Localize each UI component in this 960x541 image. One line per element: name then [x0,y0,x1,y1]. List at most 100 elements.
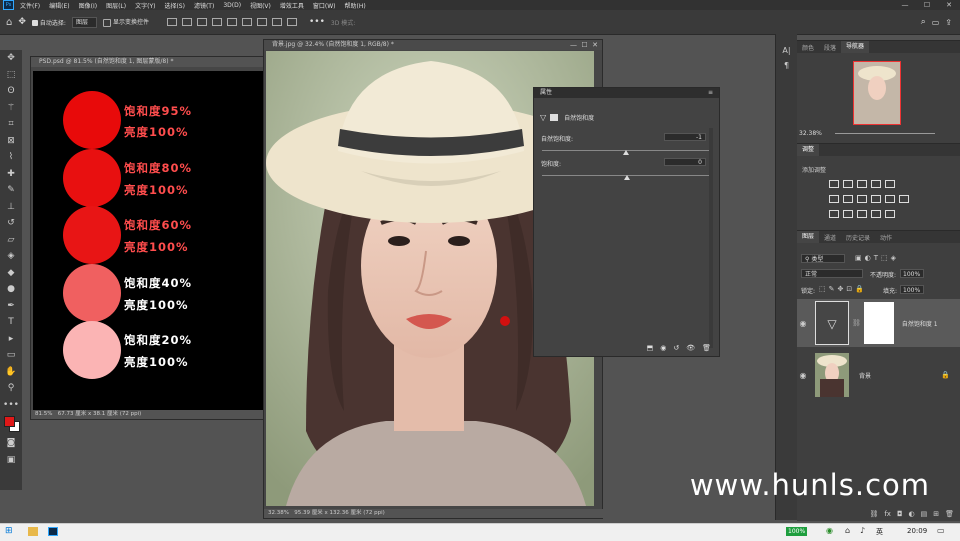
close-button[interactable]: ✕ [938,0,960,10]
delete-layer-icon[interactable]: 🗑 [945,510,954,518]
history-brush-tool-icon[interactable]: ↺ [0,215,22,232]
volume-icon[interactable]: ♪ [860,526,865,535]
menu-plugins[interactable]: 增效工具 [280,1,304,10]
layer-row-background[interactable]: ◉ 背景 🔒 [797,351,960,399]
windows-start-icon[interactable]: ⊞ [5,526,13,536]
reset-icon[interactable]: ↺ [673,344,679,352]
network-icon[interactable]: ⌂ [845,526,850,535]
screen-mode-icon[interactable]: ▣ [0,452,22,469]
distribute-icon[interactable] [256,18,267,26]
gradient-map-icon[interactable] [885,210,895,218]
align-top-icon[interactable] [211,18,222,26]
minimize-button[interactable]: — [894,0,916,10]
home-icon[interactable]: ⌂ [6,17,12,28]
black-white-icon[interactable] [857,195,867,203]
vibrance-icon[interactable]: ▽ [540,113,546,122]
layer-filter-icons[interactable]: ▣◐T⬚◈ [855,254,899,262]
align-left-icon[interactable] [166,18,177,26]
hue-saturation-icon[interactable] [829,195,839,203]
file-explorer-icon[interactable] [28,527,38,536]
show-transform-checkbox[interactable]: 显示变换控件 [102,17,149,27]
move-tool-icon[interactable]: ✥ [18,17,26,27]
magic-wand-tool-icon[interactable]: ⚚ [0,100,22,117]
invert-icon[interactable] [829,210,839,218]
new-adjustment-icon[interactable]: ◐ [909,510,915,518]
quick-mask-icon[interactable]: ◙ [0,435,22,452]
properties-scrollbar[interactable] [709,128,713,348]
tab-channels[interactable]: 通道 [819,233,841,242]
posterize-icon[interactable] [843,210,853,218]
stamp-tool-icon[interactable]: ⊥ [0,199,22,216]
navigator-zoom-slider[interactable] [835,133,935,134]
curves-icon[interactable] [857,180,867,188]
saturation-slider-thumb[interactable] [624,175,630,180]
paint-bucket-tool-icon[interactable]: ◈ [0,248,22,265]
dodge-tool-icon[interactable]: ● [0,281,22,298]
zoom-readout[interactable]: 32.38% [268,510,289,516]
menu-file[interactable]: 文件(F) [20,1,40,10]
menu-image[interactable]: 图像(I) [79,1,97,10]
document-window-controls[interactable]: — ☐ ✕ [570,40,598,50]
exposure-icon[interactable] [871,180,881,188]
menu-3d[interactable]: 3D(D) [223,2,241,9]
brightness-contrast-icon[interactable] [829,180,839,188]
search-icon[interactable]: ⌕ [921,17,926,27]
eraser-tool-icon[interactable]: ▱ [0,232,22,249]
align-center-icon[interactable] [181,18,192,26]
color-lookup-icon[interactable] [899,195,909,203]
distribute-v-icon[interactable] [286,18,297,26]
view-previous-icon[interactable]: ◉ [660,344,666,352]
color-balance-icon[interactable] [843,195,853,203]
layer-visibility-icon[interactable]: ◉ [797,371,809,380]
type-tool-icon[interactable]: T [0,314,22,331]
battery-indicator[interactable]: 100% [786,527,808,536]
eyedropper-tool-icon[interactable]: ⌇ [0,149,22,166]
share-icon[interactable]: ⇪ [945,18,952,27]
layer-filter-dropdown[interactable]: ⚲ 类型 [801,254,845,263]
tab-layers[interactable]: 图层 [797,231,820,243]
move-tool-icon[interactable]: ✥ [0,50,22,67]
vibrance-value-input[interactable]: -1 [664,133,706,141]
new-layer-icon[interactable]: ⊞ [933,510,939,518]
maximize-button[interactable]: ☐ [916,0,938,10]
workspace-icon[interactable]: ▭ [932,18,940,27]
layer-row-vibrance[interactable]: ◉ ▽ ⛓ 自然饱和度 1 [797,299,960,347]
menu-edit[interactable]: 编辑(E) [49,1,69,10]
layer-visibility-icon[interactable]: ◉ [797,319,809,328]
more-options-icon[interactable]: ••• [309,17,325,27]
vibrance-adj-icon[interactable] [885,180,895,188]
photoshop-taskbar-icon[interactable] [48,527,58,536]
fx-icon[interactable]: fx [884,510,891,518]
brush-tool-icon[interactable]: ✎ [0,182,22,199]
clip-to-layer-icon[interactable]: ⬒ [647,344,654,352]
tab-color[interactable]: 颜色 [797,43,819,52]
tab-actions[interactable]: 动作 [875,233,897,242]
paragraph-panel-icon[interactable]: ¶ [776,61,797,70]
link-layers-icon[interactable]: ⛓ [869,510,878,518]
selective-color-icon[interactable] [871,210,881,218]
align-right-icon[interactable] [196,18,207,26]
threshold-icon[interactable] [857,210,867,218]
blur-tool-icon[interactable]: ◆ [0,265,22,282]
properties-title[interactable]: 属性 [534,88,719,98]
zoom-tool-icon[interactable]: ⚲ [0,380,22,397]
menu-filter[interactable]: 滤镜(T) [194,1,214,10]
distribute-h-icon[interactable] [271,18,282,26]
menu-help[interactable]: 帮助(H) [345,1,366,10]
tab-adjustments[interactable]: 调整 [797,144,820,156]
mask-icon[interactable] [550,114,559,121]
vibrance-slider-thumb[interactable] [623,150,630,155]
foreground-color-swatch[interactable] [4,416,15,427]
panel-menu-icon[interactable]: ≡ [708,89,713,96]
add-mask-icon[interactable]: ◘ [897,510,903,518]
align-middle-icon[interactable] [226,18,237,26]
visibility-icon[interactable]: 👁 [686,344,695,352]
marquee-tool-icon[interactable]: ⬚ [0,67,22,84]
menu-layer[interactable]: 图层(L) [106,1,126,10]
new-group-icon[interactable]: ▤ [921,510,928,518]
tray-app-icon[interactable]: ◉ [826,526,833,535]
menu-select[interactable]: 选择(S) [164,1,185,10]
healing-brush-tool-icon[interactable]: ✚ [0,166,22,183]
lasso-tool-icon[interactable]: ʘ [0,83,22,100]
document-tab-psd[interactable]: PSD.psd @ 81.5% (自然饱和度 1, 图层蒙版/8) * [31,57,263,67]
